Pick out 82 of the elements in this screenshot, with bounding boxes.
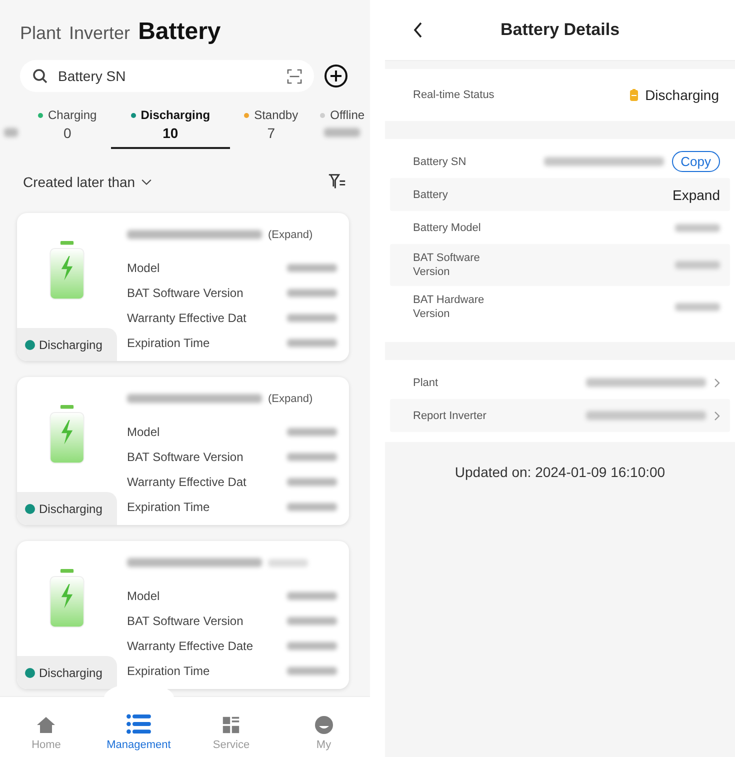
field-label: Model [127,588,160,602]
field-label: BAT Software Version [127,614,244,628]
blurred-value [287,666,337,674]
battery-icon [630,89,638,101]
status-dot [25,340,35,350]
status-tab[interactable]: Offline [312,108,373,149]
blurred-value [287,642,337,650]
blurred-value [675,303,720,311]
status-label: Discharging [39,338,102,352]
field-label: Battery SN [413,154,468,168]
top-tab[interactable]: Inverter [69,23,130,44]
field-value: Expand [672,186,720,202]
blurred-value [4,128,18,137]
battery-card[interactable]: Discharging (Expand) Model BAT Software Version Warranty Effective Dat Expiration Time [17,377,349,525]
link-row[interactable]: Plant [390,366,730,399]
expand-link[interactable]: (Expand) [268,392,313,404]
status-tab[interactable]: Charging 0 [30,108,105,149]
blurred-value [287,264,337,272]
status-dot [25,504,35,514]
status-dot [25,668,35,678]
blurred-value [268,558,308,566]
top-tab[interactable]: Plant [20,23,62,44]
battery-card[interactable]: Discharging (Expand) Model BAT Software Version Warranty Effective Dat Expiration Time [17,213,349,361]
list-icon [126,713,152,735]
chevron-right-icon [714,410,720,420]
blurred-value [287,288,337,296]
status-label: Discharging [39,666,102,680]
field-label: Model [127,424,160,438]
blurred-value [287,502,337,510]
blurred-value [287,428,337,436]
field-label: Battery [413,188,449,202]
search-field[interactable]: Battery SN [20,60,314,92]
back-icon[interactable] [413,22,423,38]
updated-timestamp: Updated on: 2024-01-09 16:10:00 [454,464,666,482]
blurred-value [287,452,337,460]
field-label: Warranty Effective Date [127,638,254,652]
field-label: Warranty Effective Dat [127,310,246,324]
field-label: BAT Software Version [413,251,481,279]
field-label: Warranty Effective Dat [127,474,246,488]
home-icon [36,715,56,735]
status-value: Discharging [645,87,719,103]
nav-item[interactable]: Management [98,713,179,751]
field-label: Report Inverter [413,410,486,422]
caret-icon [141,178,152,186]
blurred-value [287,314,337,322]
battery-card[interactable]: Discharging Model BAT Software Version Warranty Effective Date Expiration Time [17,541,349,689]
date-filter-dropdown[interactable]: Created later than [23,174,152,190]
filter-icon[interactable] [328,173,346,191]
blurred-value [287,478,337,486]
field-label: Expiration Time [127,500,210,514]
blurred-value [287,338,337,346]
field-label: BAT Software Version [127,286,244,300]
blurred-value [287,616,337,624]
search-input[interactable]: Battery SN [56,67,279,85]
field-label: Expiration Time [127,664,210,678]
field-label: Expiration Time [127,336,210,350]
battery-charging-icon [48,240,86,300]
status-tab[interactable]: Discharging 10 [110,108,230,149]
field-label: BAT Hardware Version [413,293,486,321]
status-tab[interactable]: Standby 7 [236,108,306,149]
scan-icon[interactable] [287,68,302,84]
page-title: Battery Details [500,20,620,40]
blurred-value [675,224,720,232]
top-tab[interactable]: Battery [138,18,221,46]
profile-icon [314,715,334,735]
status-label: Discharging [39,502,102,516]
field-label: Real-time Status [413,89,494,101]
field-label: BAT Software Version [127,450,244,464]
chevron-right-icon [714,378,720,388]
battery-charging-icon [48,568,86,628]
link-row[interactable]: Report Inverter [390,399,730,432]
copy-button[interactable]: Copy [672,151,720,172]
field-label: Battery Model [413,220,482,234]
search-icon [32,68,48,84]
blurred-value [675,261,720,269]
battery-charging-icon [48,404,86,464]
field-label: Plant [413,376,438,388]
blurred-value [287,592,337,600]
grid-icon [222,715,240,735]
add-icon[interactable] [324,64,348,88]
field-label: Model [127,260,160,274]
expand-link[interactable]: (Expand) [268,228,313,240]
